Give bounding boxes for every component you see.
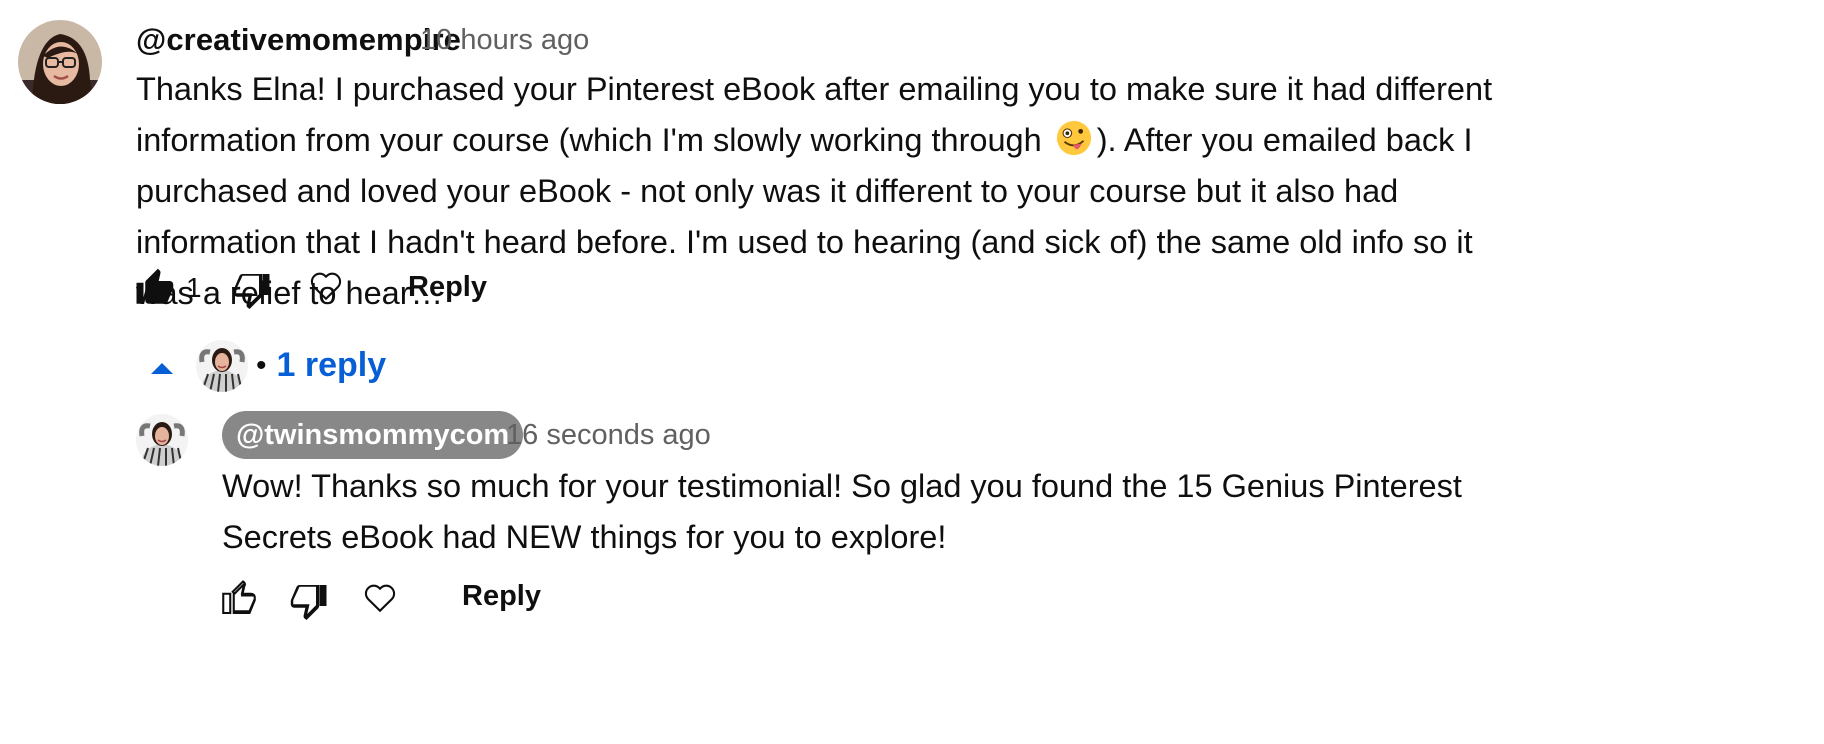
caret-up-icon	[151, 363, 173, 374]
like-count: 1	[186, 272, 202, 303]
replies-toggle[interactable]: • 1 reply	[256, 346, 386, 385]
commenter-avatar[interactable]	[18, 20, 102, 104]
zany-face-emoji-icon	[1056, 120, 1091, 156]
replies-count-link[interactable]: 1 reply	[277, 346, 387, 385]
thumbs-up-filled-icon	[136, 268, 174, 304]
heart-outline-icon	[364, 584, 396, 613]
like-button[interactable]	[132, 266, 176, 310]
reply-heart-button[interactable]	[360, 578, 400, 618]
reply-body: Wow! Thanks so much for your testimonial…	[222, 468, 1462, 555]
reply-like-button[interactable]	[216, 576, 262, 622]
replies-separator: •	[256, 348, 267, 382]
reply-dislike-button[interactable]	[286, 576, 332, 622]
reply-author-avatar[interactable]	[136, 414, 188, 466]
thumbs-down-outline-icon	[233, 274, 270, 309]
creator-heart-button[interactable]	[306, 266, 346, 306]
creator-reply-avatar-small	[196, 340, 248, 392]
dislike-button[interactable]	[230, 266, 274, 310]
reply-author-badge[interactable]: @twinsmommycom	[222, 411, 524, 459]
reply-timestamp[interactable]: 16 seconds ago	[506, 419, 711, 452]
thumbs-up-outline-icon	[222, 580, 256, 615]
thumbs-down-outline-icon	[290, 585, 327, 620]
reply-reply-button[interactable]: Reply	[462, 580, 541, 613]
comment-author[interactable]: @creativemomempire	[136, 22, 461, 58]
comment-timestamp[interactable]: 10 hours ago	[420, 24, 589, 57]
heart-outline-icon	[310, 272, 342, 301]
collapse-replies-button[interactable]	[146, 354, 178, 382]
reply-button[interactable]: Reply	[408, 271, 487, 304]
